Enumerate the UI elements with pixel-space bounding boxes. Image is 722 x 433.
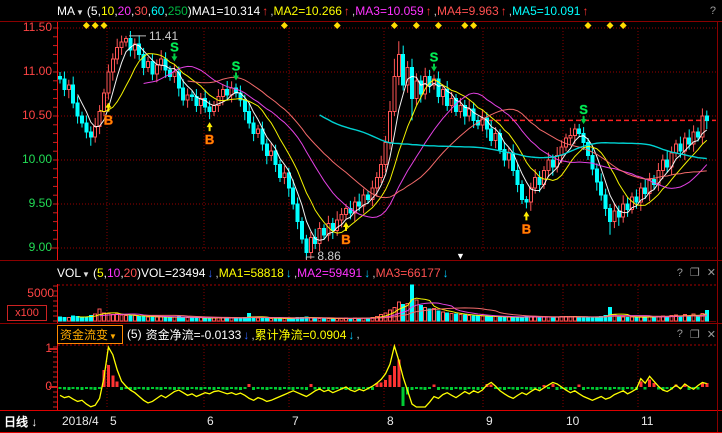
chevron-down-icon: ▼: [82, 270, 90, 279]
indicator-label: MA: [57, 4, 75, 18]
fundflow-chart-canvas[interactable]: [0, 344, 722, 410]
fundflow-param: (5): [127, 327, 142, 341]
param: 10: [101, 4, 114, 18]
indicator-values: MA1=10.314↑,MA2=10.266↑,MA3=10.059↑,MA4=…: [192, 4, 591, 18]
trend-arrow-icon: ↑: [426, 4, 432, 18]
svg-text:S: S: [579, 102, 588, 117]
svg-text:11.41: 11.41: [149, 29, 178, 43]
value: MA2=10.266: [274, 4, 342, 18]
svg-text:B: B: [341, 232, 350, 247]
stock-chart-window: MA▼ (5,10,20,30,60,250) MA1=10.314↑,MA2=…: [0, 0, 722, 433]
value: MA3=66177: [376, 266, 441, 280]
divider: [0, 21, 722, 22]
indicator-selector[interactable]: MA▼: [57, 4, 87, 18]
help-icon[interactable]: ?: [677, 328, 683, 340]
vol-values: VOL=23494↓,MA1=58818↓,MA2=59491↓,MA3=661…: [141, 266, 451, 280]
main-chart-canvas[interactable]: BSBSBSBS11.418.86: [0, 21, 722, 261]
fundflow-trailing: ,: [356, 327, 359, 341]
fundflow-values: 资金净流=-0.0133↓,累计净流=0.0904↓: [146, 326, 357, 343]
svg-text:S: S: [232, 58, 241, 73]
close-icon[interactable]: ✕: [707, 266, 716, 279]
month-label: 8: [387, 414, 394, 428]
trend-arrow-icon: ↑: [582, 4, 588, 18]
value: 资金净流=-0.0133: [146, 328, 242, 342]
period-label: 日线: [4, 415, 28, 429]
month-label: 11: [641, 414, 653, 428]
svg-text:B: B: [104, 113, 113, 128]
param: 20: [124, 266, 137, 280]
trend-arrow-icon: ↓: [443, 266, 449, 280]
volume-header: VOL▼ (5,10,20) VOL=23494↓,MA1=58818↓,MA2…: [57, 261, 718, 284]
param: 60: [151, 4, 164, 18]
close-icon[interactable]: ✕: [707, 328, 716, 341]
month-label: 6: [207, 414, 214, 428]
svg-text:S: S: [430, 50, 439, 65]
param: 5: [97, 266, 104, 280]
vol-header-icons: ? ❐ ✕: [677, 261, 716, 284]
value: VOL=23494: [141, 266, 205, 280]
trend-arrow-icon: ↓: [286, 266, 292, 280]
restore-icon[interactable]: ❐: [690, 266, 700, 279]
param: 10: [107, 266, 120, 280]
vol-indicator-label: VOL: [57, 266, 81, 280]
period-selector[interactable]: 日线 ↓: [4, 413, 37, 430]
flow-header-icons: ? ❐ ✕: [677, 324, 716, 344]
volume-chart-canvas[interactable]: [0, 284, 722, 324]
trend-arrow-icon: ↓: [364, 266, 370, 280]
month-label: 9: [486, 414, 493, 428]
value: MA2=59491: [297, 266, 362, 280]
main-indicator-header: MA▼ (5,10,20,30,60,250) MA1=10.314↑,MA2=…: [57, 0, 718, 21]
arrow-down-icon: ↓: [31, 415, 37, 429]
value: 累计净流=0.0904: [255, 328, 347, 342]
svg-text:B: B: [522, 221, 531, 236]
trend-arrow-icon: ↑: [501, 4, 507, 18]
param: 5: [91, 4, 98, 18]
restore-icon[interactable]: ❐: [690, 328, 700, 341]
help-icon[interactable]: ?: [677, 267, 683, 279]
fundflow-label: 资金流变: [60, 328, 108, 342]
chevron-down-icon: ▼: [109, 332, 117, 341]
month-label: 5: [110, 414, 117, 428]
divider: [717, 21, 718, 432]
trend-arrow-icon: ↓: [243, 328, 249, 342]
value: MA3=10.059: [355, 4, 423, 18]
month-label: 10: [566, 414, 579, 428]
fundflow-header: 资金流变▼ (5) 资金净流=-0.0133↓,累计净流=0.0904↓ ,: [57, 324, 718, 344]
trend-arrow-icon: ↓: [348, 328, 354, 342]
chevron-down-icon: ▼: [76, 8, 84, 17]
month-label: 2018/4: [62, 414, 99, 428]
value: MA5=10.091: [512, 4, 580, 18]
param: 20: [118, 4, 131, 18]
param: 250: [168, 4, 188, 18]
main-header-icons: ?: [710, 0, 716, 21]
trend-arrow-icon: ↑: [262, 4, 268, 18]
value: MA1=58818: [219, 266, 284, 280]
indicator-params: (5,10,20,30,60,250): [87, 4, 192, 18]
value: MA1=10.314: [192, 4, 260, 18]
help-icon[interactable]: ?: [710, 5, 716, 17]
panel-splitter-arrow[interactable]: ▼: [456, 251, 465, 261]
vol-indicator-selector[interactable]: VOL▼: [57, 266, 93, 280]
time-axis: [0, 410, 722, 433]
vol-params: (5,10,20): [93, 266, 141, 280]
trend-arrow-icon: ↓: [207, 266, 213, 280]
month-label: 7: [292, 414, 299, 428]
svg-text:B: B: [205, 132, 214, 147]
fundflow-indicator-selector[interactable]: 资金流变▼: [57, 325, 123, 344]
param: 30: [134, 4, 147, 18]
value: MA4=9.963: [437, 4, 499, 18]
trend-arrow-icon: ↑: [344, 4, 350, 18]
